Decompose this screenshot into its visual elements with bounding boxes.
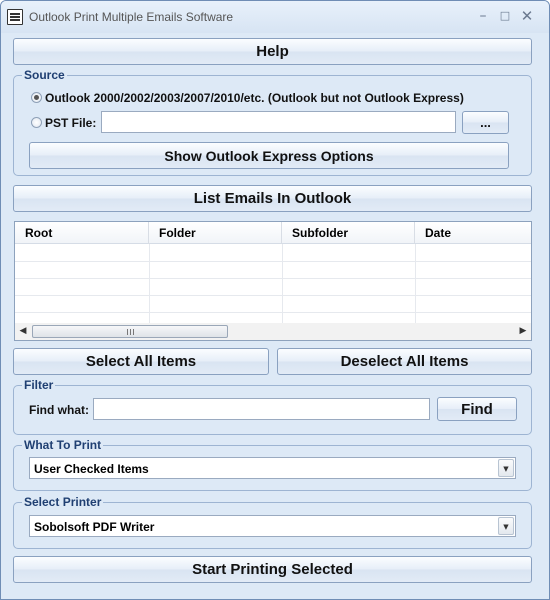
column-root[interactable]: Root (15, 222, 149, 244)
row-divider (15, 312, 531, 313)
find-button[interactable]: Find (437, 397, 517, 421)
column-date[interactable]: Date (415, 222, 531, 244)
row-divider (15, 278, 531, 279)
horizontal-scrollbar[interactable]: ◀ ▶ (15, 323, 531, 340)
start-printing-button[interactable]: Start Printing Selected (13, 556, 532, 583)
column-divider (415, 244, 416, 324)
grip-icon (127, 329, 134, 335)
column-folder[interactable]: Folder (149, 222, 282, 244)
row-divider (15, 295, 531, 296)
filter-group-label: Filter (22, 378, 56, 392)
outlook-radio-label: Outlook 2000/2002/2003/2007/2010/etc. (O… (45, 91, 464, 105)
deselect-all-button[interactable]: Deselect All Items (277, 348, 532, 375)
select-all-button[interactable]: Select All Items (13, 348, 269, 375)
column-divider (282, 244, 283, 324)
printer-value: Sobolsoft PDF Writer (34, 520, 155, 534)
chevron-down-icon[interactable]: ▼ (498, 517, 514, 535)
window-title: Outlook Print Multiple Emails Software (29, 10, 234, 24)
list-header: Root Folder Subfolder Date (15, 222, 531, 244)
maximize-icon[interactable]: □ (493, 7, 517, 25)
source-group-label: Source (22, 68, 67, 82)
minimize-icon[interactable]: – (471, 7, 495, 25)
browse-button[interactable]: ... (462, 111, 509, 134)
find-what-input[interactable] (93, 398, 430, 420)
what-to-print-value: User Checked Items (34, 462, 149, 476)
pst-radio-label: PST File: (45, 116, 97, 130)
printer-select[interactable]: Sobolsoft PDF Writer ▼ (29, 515, 516, 537)
list-emails-button[interactable]: List Emails In Outlook (13, 185, 532, 212)
row-divider (15, 261, 531, 262)
email-list[interactable]: Root Folder Subfolder Date ◀ ▶ (14, 221, 532, 341)
pst-radio[interactable] (31, 117, 42, 128)
scroll-left-icon[interactable]: ◀ (15, 323, 31, 340)
title-bar[interactable]: Outlook Print Multiple Emails Software –… (1, 1, 549, 33)
help-button[interactable]: Help (13, 38, 532, 65)
scroll-right-icon[interactable]: ▶ (515, 323, 531, 340)
app-window: Outlook Print Multiple Emails Software –… (0, 0, 550, 600)
chevron-down-icon[interactable]: ▼ (498, 459, 514, 477)
select-printer-group-label: Select Printer (22, 495, 104, 509)
show-outlook-express-options-button[interactable]: Show Outlook Express Options (29, 142, 509, 169)
outlook-radio[interactable] (31, 92, 42, 103)
close-icon[interactable]: ✕ (515, 7, 539, 25)
app-icon (7, 9, 23, 25)
find-what-label: Find what: (29, 403, 89, 417)
scroll-thumb[interactable] (32, 325, 228, 338)
what-to-print-group-label: What To Print (22, 438, 104, 452)
what-to-print-select[interactable]: User Checked Items ▼ (29, 457, 516, 479)
column-divider (149, 244, 150, 324)
pst-file-input[interactable] (101, 111, 456, 133)
column-subfolder[interactable]: Subfolder (282, 222, 415, 244)
